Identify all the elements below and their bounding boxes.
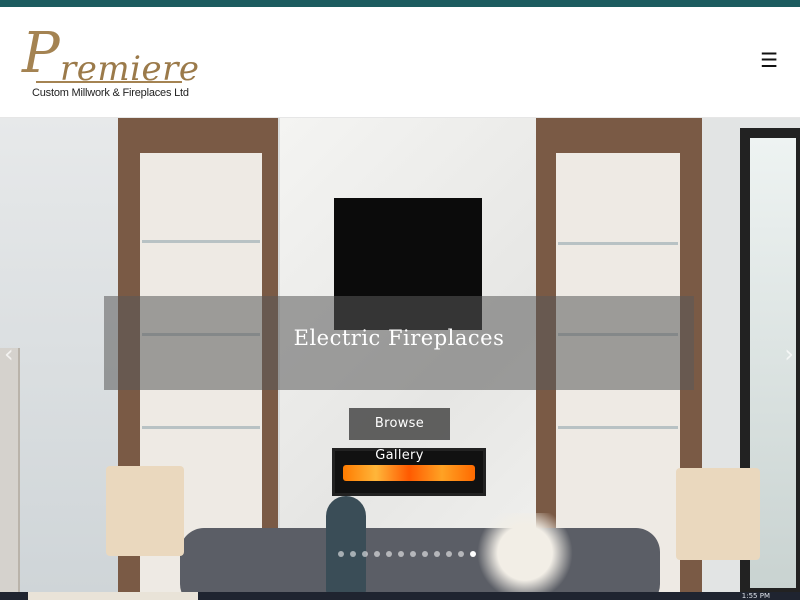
slide-dot[interactable] xyxy=(434,551,440,557)
slide-dot[interactable] xyxy=(446,551,452,557)
slide-indicators xyxy=(338,551,476,559)
logo-subtitle: Custom Millwork & Fireplaces Ltd xyxy=(32,87,189,99)
slide-dot[interactable] xyxy=(362,551,368,557)
slide-caption-band: Electric Fireplaces xyxy=(104,296,694,390)
left-shelf xyxy=(142,240,260,243)
decor-vase xyxy=(326,496,366,592)
left-lamp xyxy=(106,466,184,556)
slide-dot[interactable] xyxy=(422,551,428,557)
right-shelf xyxy=(558,426,678,429)
slide-dot[interactable] xyxy=(386,551,392,557)
taskbar-window-thumbnail[interactable] xyxy=(28,592,198,600)
hamburger-menu-icon[interactable]: ☰ xyxy=(760,51,778,71)
os-taskbar: 1:55 PM xyxy=(0,592,800,600)
logo-script-text: remiere xyxy=(60,49,200,89)
next-slide-arrow-icon[interactable]: › xyxy=(784,340,794,368)
company-logo[interactable]: P remiere Custom Millwork & Fireplaces L… xyxy=(18,21,199,111)
slide-dot[interactable] xyxy=(470,551,476,557)
sofa xyxy=(180,528,660,592)
hero-slider: Electric Fireplaces Browse Gallery ‹ › xyxy=(0,118,800,592)
decor-coral xyxy=(470,513,580,592)
slide-dot[interactable] xyxy=(350,551,356,557)
room-door xyxy=(0,348,20,592)
slide-dot[interactable] xyxy=(458,551,464,557)
slide-caption-title: Electric Fireplaces xyxy=(293,326,505,350)
right-lamp xyxy=(676,468,760,560)
browse-gallery-button[interactable]: Browse Gallery xyxy=(349,408,450,463)
prev-slide-arrow-icon[interactable]: ‹ xyxy=(4,340,14,368)
site-header: P remiere Custom Millwork & Fireplaces L… xyxy=(0,7,800,118)
slide-dot[interactable] xyxy=(374,551,380,557)
slide-dot[interactable] xyxy=(410,551,416,557)
left-shelf xyxy=(142,426,260,429)
slide-dot[interactable] xyxy=(398,551,404,557)
slide-dot[interactable] xyxy=(338,551,344,557)
taskbar-clock: 1:55 PM xyxy=(741,592,770,600)
logo-initial: P xyxy=(22,21,60,86)
logo-rule xyxy=(36,81,182,83)
right-shelf xyxy=(558,242,678,245)
top-accent-bar xyxy=(0,0,800,7)
